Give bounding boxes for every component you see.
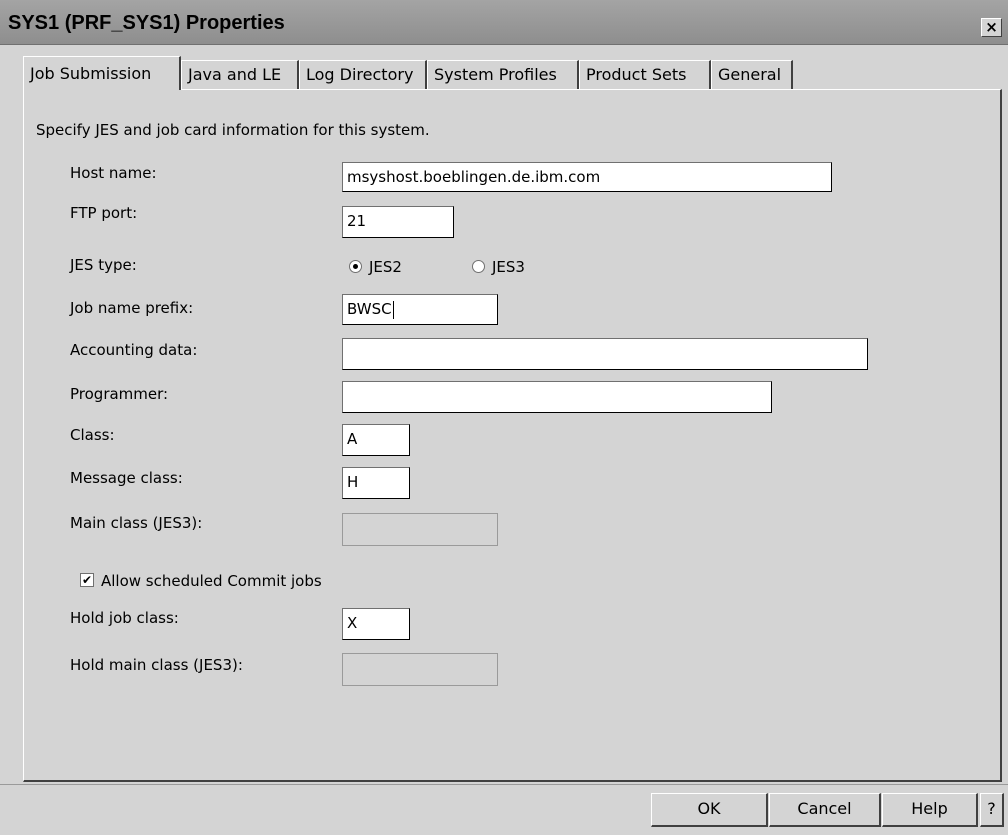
tab-label: General [718, 65, 782, 84]
jes2-radio-label: JES2 [369, 258, 402, 276]
tab-system-profiles[interactable]: System Profiles [427, 60, 579, 89]
programmer-label: Programmer: [70, 385, 169, 403]
close-icon: × [985, 18, 998, 36]
accounting-data-field[interactable] [342, 338, 868, 370]
close-button[interactable]: × [981, 18, 1002, 37]
hold-main-class-field [342, 653, 498, 686]
window-title: SYS1 (PRF_SYS1) Properties [8, 12, 285, 34]
allow-commit-checkbox[interactable]: ✔ [80, 573, 94, 587]
jes3-radio[interactable] [472, 260, 485, 273]
main-class-field [342, 513, 498, 546]
jes3-radio-label: JES3 [492, 258, 525, 276]
host-name-label: Host name: [70, 164, 157, 182]
programmer-field[interactable] [342, 381, 772, 413]
class-label: Class: [70, 426, 115, 444]
help-button[interactable]: Help [882, 793, 978, 827]
tab-log-directory[interactable]: Log Directory [299, 60, 427, 89]
message-class-label: Message class: [70, 469, 183, 487]
panel-description: Specify JES and job card information for… [36, 121, 430, 139]
class-field[interactable]: A [342, 424, 410, 456]
cancel-button[interactable]: Cancel [769, 793, 881, 827]
job-name-prefix-field[interactable]: BWSC [342, 294, 498, 325]
hold-main-class-label: Hold main class (JES3): [70, 656, 243, 674]
jes-type-label: JES type: [70, 256, 137, 274]
text-cursor [392, 300, 394, 319]
tab-label: Java and LE [188, 65, 282, 84]
jes2-radio[interactable] [349, 260, 362, 273]
tab-java-and-le[interactable]: Java and LE [181, 60, 299, 89]
message-class-field[interactable]: H [342, 467, 410, 499]
tab-product-sets[interactable]: Product Sets [579, 60, 711, 89]
checkmark-icon: ✔ [81, 573, 93, 587]
tab-label: Job Submission [30, 64, 152, 83]
allow-commit-label: Allow scheduled Commit jobs [101, 572, 322, 590]
hold-job-class-field[interactable]: X [342, 608, 410, 640]
button-area-divider [0, 784, 1008, 785]
tab-label: System Profiles [434, 65, 557, 84]
host-name-field[interactable]: msyshost.boeblingen.de.ibm.com [342, 162, 832, 192]
tab-panel [23, 89, 1002, 782]
job-name-prefix-label: Job name prefix: [70, 299, 194, 317]
tab-job-submission[interactable]: Job Submission [23, 56, 181, 90]
ftp-port-field[interactable]: 21 [342, 206, 454, 238]
tab-label: Log Directory [306, 65, 414, 84]
title-bar: SYS1 (PRF_SYS1) Properties × [0, 0, 1008, 45]
tab-label: Product Sets [586, 65, 687, 84]
main-class-label: Main class (JES3): [70, 514, 203, 532]
context-help-button[interactable]: ? [980, 793, 1004, 827]
job-name-prefix-value: BWSC [347, 300, 392, 318]
ftp-port-label: FTP port: [70, 204, 138, 222]
accounting-data-label: Accounting data: [70, 341, 198, 359]
ok-button[interactable]: OK [651, 793, 768, 827]
hold-job-class-label: Hold job class: [70, 609, 179, 627]
tab-general[interactable]: General [711, 60, 793, 89]
